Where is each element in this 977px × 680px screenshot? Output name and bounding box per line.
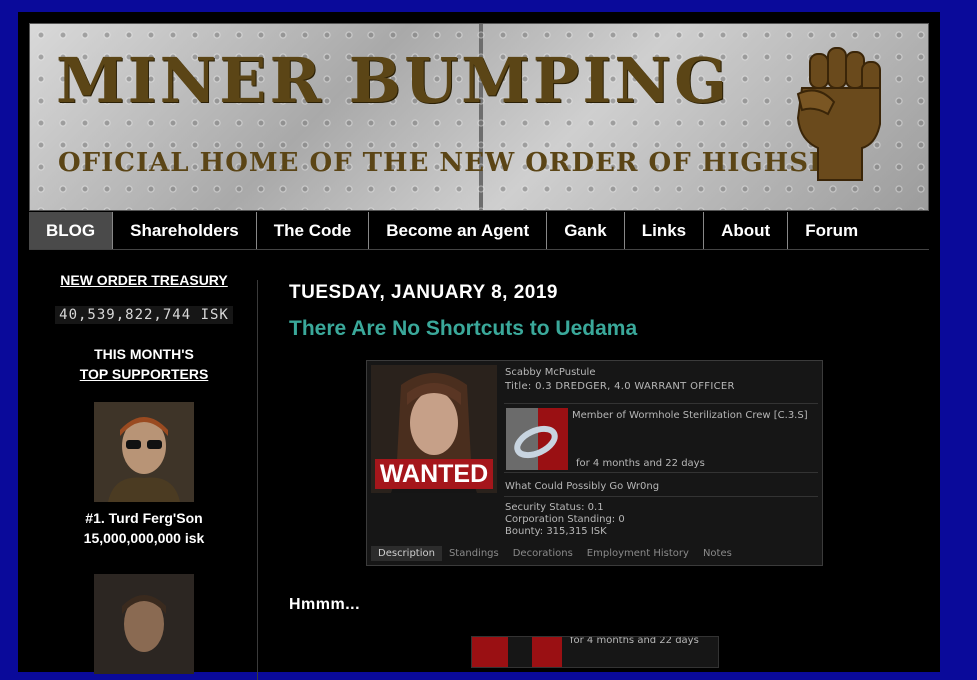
post-date: TUESDAY, JANUARY 8, 2019 xyxy=(289,282,558,303)
ring-icon xyxy=(514,425,558,459)
character-portrait: WANTED xyxy=(371,365,497,493)
nav-about[interactable]: About xyxy=(704,212,789,249)
page-container: MINER BUMPING OFICIAL HOME OF THE NEW OR… xyxy=(18,12,940,680)
corp-standing: Corporation Standing: 0 xyxy=(505,514,625,525)
column-divider xyxy=(257,280,258,680)
card2-logo-stripe xyxy=(472,637,508,667)
character-bio: What Could Possibly Go Wr0ng xyxy=(505,481,660,492)
tab-description[interactable]: Description xyxy=(371,546,442,561)
tab-employment-history[interactable]: Employment History xyxy=(580,546,696,561)
sidebar: NEW ORDER TREASURY 40,539,822,744 ISK TH… xyxy=(29,272,259,674)
nav-gank[interactable]: Gank xyxy=(547,212,625,249)
supporter-avatar-2[interactable] xyxy=(94,574,194,674)
treasury-heading-link[interactable]: NEW ORDER TREASURY xyxy=(29,272,259,288)
nav-shareholders[interactable]: Shareholders xyxy=(113,212,257,249)
top-supporters-link[interactable]: TOP SUPPORTERS xyxy=(29,366,259,382)
tab-notes[interactable]: Notes xyxy=(696,546,739,561)
raised-fist-icon xyxy=(796,47,881,181)
character-title: Title: 0.3 DREDGER, 4.0 WARRANT OFFICER xyxy=(505,381,735,392)
nav-become-an-agent[interactable]: Become an Agent xyxy=(369,212,548,249)
supporter-amount: 15,000,000,000 isk xyxy=(83,530,205,546)
tab-decorations[interactable]: Decorations xyxy=(506,546,580,561)
nav-links[interactable]: Links xyxy=(625,212,705,249)
wanted-badge: WANTED xyxy=(375,459,493,489)
corp-logo[interactable] xyxy=(506,408,568,470)
supporter-name: #1. Turd Ferg'Son xyxy=(85,510,203,526)
security-status: Security Status: 0.1 xyxy=(505,502,604,513)
card2-corp-stripe xyxy=(532,637,562,667)
banner-title: MINER BUMPING xyxy=(56,44,731,117)
character-card-tabs: Description Standings Decorations Employ… xyxy=(371,546,739,561)
nav-blog[interactable]: BLOG xyxy=(29,212,114,249)
second-character-card[interactable]: for 4 months and 22 days xyxy=(471,636,719,668)
supporter-avatar[interactable] xyxy=(94,402,194,502)
tab-standings[interactable]: Standings xyxy=(442,546,506,561)
corp-name-link[interactable]: Member of Wormhole Sterilization Crew [C… xyxy=(572,410,808,421)
post-title-link[interactable]: There Are No Shortcuts to Uedama xyxy=(289,317,637,341)
supporter-portrait-image-2 xyxy=(94,574,194,674)
nav-forum[interactable]: Forum xyxy=(788,212,875,249)
bio-divider xyxy=(504,496,818,497)
corp-duration: for 4 months and 22 days xyxy=(576,458,705,469)
post-body-text: Hmmm... xyxy=(289,596,361,613)
corp-membership-section: Member of Wormhole Sterilization Crew [C… xyxy=(504,403,818,473)
supporter-portrait-image xyxy=(94,402,194,502)
main-nav: BLOG Shareholders The Code Become an Age… xyxy=(29,212,929,250)
treasury-value: 40,539,822,744 ISK xyxy=(55,306,233,324)
banner-subtitle: OFICIAL HOME OF THE NEW ORDER OF HIGHSEC xyxy=(58,148,852,178)
supporters-heading: THIS MONTH'S xyxy=(94,346,194,362)
character-name-link[interactable]: Scabby McPustule xyxy=(505,367,595,378)
nav-the-code[interactable]: The Code xyxy=(257,212,370,249)
site-banner[interactable]: MINER BUMPING OFICIAL HOME OF THE NEW OR… xyxy=(29,23,929,211)
bounty: Bounty: 315,315 ISK xyxy=(505,526,607,537)
card2-duration: for 4 months and 22 days xyxy=(570,636,699,646)
character-info-card[interactable]: WANTED Scabby McPustule Title: 0.3 DREDG… xyxy=(366,360,823,566)
